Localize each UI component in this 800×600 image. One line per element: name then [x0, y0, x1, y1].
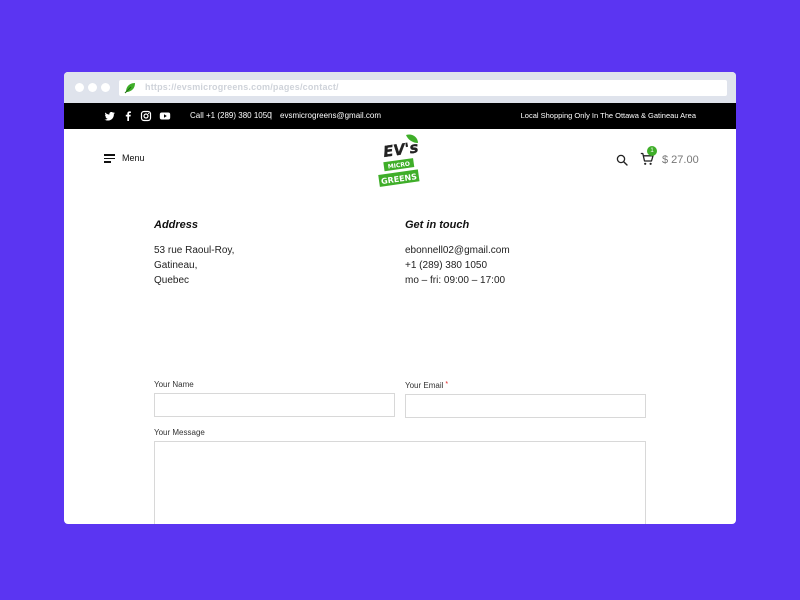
contact-hours: mo – fri: 09:00 – 17:00 [405, 275, 506, 286]
email-input[interactable] [405, 394, 646, 418]
top-bar: Call +1 (289) 380 1050 | evsmicrogreens@… [64, 103, 736, 129]
browser-window: https://evsmicrogreens.com/pages/contact… [64, 72, 736, 524]
topbar-notice: Local Shopping Only In The Ottawa & Gati… [520, 111, 696, 120]
url-text: https://evsmicrogreens.com/pages/contact… [145, 82, 339, 92]
contact-heading: Get in touch [405, 219, 470, 231]
required-mark: * [445, 381, 449, 388]
email-label-text: Your Email [405, 381, 444, 390]
hamburger-icon [104, 154, 115, 163]
name-input[interactable] [154, 393, 395, 417]
window-dot[interactable] [75, 83, 84, 92]
address-line: Gatineau, [154, 260, 198, 271]
menu-label: Menu [122, 153, 145, 163]
browser-chrome: https://evsmicrogreens.com/pages/contact… [64, 72, 736, 103]
address-bar[interactable]: https://evsmicrogreens.com/pages/contact… [119, 80, 727, 96]
topbar-phone[interactable]: Call +1 (289) 380 1050 [190, 111, 272, 120]
name-label: Your Name [154, 380, 194, 389]
leaf-favicon-icon [124, 83, 135, 94]
message-label: Your Message [154, 428, 205, 437]
topbar-separator: | [270, 111, 273, 120]
email-label: Your Email * [405, 381, 448, 390]
cart-total[interactable]: $ 27.00 [662, 154, 699, 166]
address-line: 53 rue Raoul-Roy, [154, 245, 235, 256]
facebook-icon[interactable] [122, 110, 134, 122]
menu-button[interactable]: Menu [104, 153, 145, 163]
address-lines: 53 rue Raoul-Roy, Gatineau, Quebec [154, 243, 234, 288]
search-icon[interactable] [616, 154, 628, 166]
contact-page-content: Address 53 rue Raoul-Roy, Gatineau, Queb… [64, 191, 736, 524]
cart-count-badge: 1 [647, 146, 657, 156]
window-dot[interactable] [101, 83, 110, 92]
logo-line1: EV's [382, 138, 420, 161]
contact-phone[interactable]: +1 (289) 380 1050 [405, 258, 510, 273]
address-heading: Address [154, 219, 199, 231]
twitter-icon[interactable] [104, 110, 116, 122]
instagram-icon[interactable] [140, 110, 152, 122]
contact-lines: ebonnell02@gmail.com +1 (289) 380 1050 m… [405, 243, 510, 288]
address-line: Quebec [154, 275, 190, 286]
message-textarea[interactable] [154, 441, 646, 524]
topbar-email[interactable]: evsmicrogreens@gmail.com [280, 111, 381, 120]
contact-email[interactable]: ebonnell02@gmail.com [405, 243, 510, 258]
youtube-icon[interactable] [159, 110, 171, 122]
site-logo[interactable]: EV's MICRO GREENS [376, 133, 424, 189]
window-dot[interactable] [88, 83, 97, 92]
site-header: Menu EV's MICRO GREENS 1 $ 27.00 [64, 129, 736, 191]
